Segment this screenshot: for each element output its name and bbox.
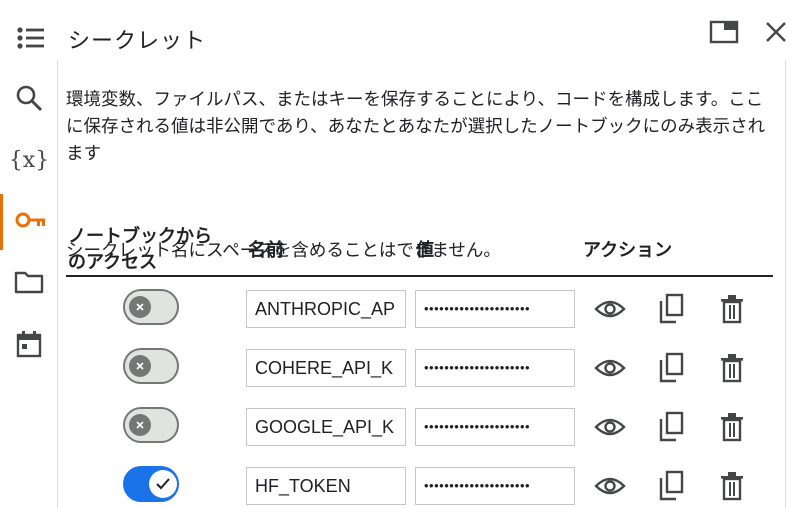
sidebar-rail: {x} — [0, 60, 58, 508]
trash-icon[interactable] — [715, 410, 749, 444]
trash-icon[interactable] — [715, 292, 749, 326]
secret-name-input[interactable]: ANTHROPIC_AP — [246, 290, 406, 328]
trash-icon[interactable] — [715, 469, 749, 503]
column-header-value: 値 — [416, 240, 434, 261]
secret-value-input[interactable]: ••••••••••••••••••••• — [415, 349, 575, 387]
calendar-icon — [16, 330, 42, 362]
copy-icon[interactable] — [654, 351, 688, 385]
copy-icon[interactable] — [654, 469, 688, 503]
panel-description: 環境変数、ファイルパス、またはキーを保存することにより、コードを構成します。ここ… — [66, 90, 766, 164]
secret-name-input[interactable]: COHERE_API_K — [246, 349, 406, 387]
rail-item-search[interactable] — [0, 72, 58, 128]
panel-scrollbar[interactable] — [785, 60, 800, 508]
folder-icon — [14, 269, 44, 299]
eye-icon[interactable] — [593, 410, 627, 444]
secret-value-input[interactable]: ••••••••••••••••••••• — [415, 467, 575, 505]
secret-row: COHERE_API_K ••••••••••••••••••••• — [58, 341, 785, 400]
list-icon[interactable] — [16, 26, 46, 50]
header-divider — [66, 275, 773, 277]
eye-icon[interactable] — [593, 351, 627, 385]
rail-item-secrets[interactable] — [0, 194, 58, 250]
open-in-pane-icon[interactable] — [708, 18, 740, 46]
notebook-access-toggle[interactable] — [123, 348, 179, 384]
toggle-knob — [149, 470, 177, 498]
secret-value-input[interactable]: ••••••••••••••••••••• — [415, 408, 575, 446]
trash-icon[interactable] — [715, 351, 749, 385]
secret-row: GOOGLE_API_K ••••••••••••••••••••• — [58, 400, 785, 459]
secret-row: ANTHROPIC_AP ••••••••••••••••••••• — [58, 282, 785, 341]
toggle-knob — [129, 414, 151, 436]
column-header-access: ノートブックからのアクセス — [68, 226, 212, 273]
toggle-knob — [129, 355, 151, 377]
eye-icon[interactable] — [593, 292, 627, 326]
secret-name-input[interactable]: HF_TOKEN — [246, 467, 406, 505]
column-header-name: 名前 — [248, 240, 284, 261]
secret-value-input[interactable]: ••••••••••••••••••••• — [415, 290, 575, 328]
notebook-access-toggle[interactable] — [123, 466, 179, 502]
notebook-access-toggle[interactable] — [123, 289, 179, 325]
column-header-action: アクション — [583, 240, 673, 261]
copy-icon[interactable] — [654, 410, 688, 444]
close-icon[interactable] — [762, 18, 790, 46]
secret-row: HF_TOKEN ••••••••••••••••••••• — [58, 459, 785, 508]
secret-name-input[interactable]: GOOGLE_API_K — [246, 408, 406, 446]
search-icon — [14, 83, 44, 117]
secrets-panel: 環境変数、ファイルパス、またはキーを保存することにより、コードを構成します。ここ… — [58, 60, 785, 508]
panel-header: シークレット — [0, 0, 800, 60]
toggle-knob — [129, 296, 151, 318]
eye-icon[interactable] — [593, 469, 627, 503]
variables-icon: {x} — [8, 147, 50, 173]
panel-title: シークレット — [68, 29, 207, 54]
copy-icon[interactable] — [654, 292, 688, 326]
notebook-access-toggle[interactable] — [123, 407, 179, 443]
rail-item-variables[interactable]: {x} — [0, 132, 58, 188]
key-icon — [15, 209, 47, 235]
rail-item-files[interactable] — [0, 256, 58, 312]
rail-item-calendar[interactable] — [0, 318, 58, 374]
